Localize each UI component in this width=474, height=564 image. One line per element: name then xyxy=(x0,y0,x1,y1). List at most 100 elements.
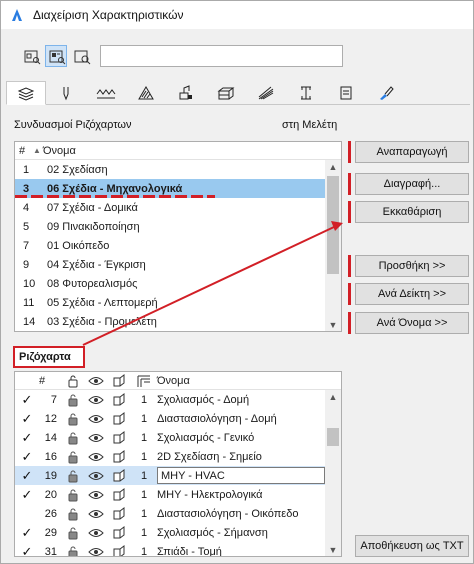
combo-row[interactable]: 5 09 Πινακιδοποίηση xyxy=(15,217,341,236)
lock-icon[interactable] xyxy=(61,431,85,445)
layer-row[interactable]: ✓ 29 1 Σχολιασμός - Σήμανση xyxy=(15,523,341,542)
combo-row[interactable]: 4 07 Σχέδια - Δομικά xyxy=(15,198,341,217)
tab-markers[interactable] xyxy=(326,81,366,105)
delete-button[interactable]: Διαγραφή... xyxy=(355,173,469,195)
layers-scrollbar[interactable]: ▲ ▼ xyxy=(325,390,341,556)
intersection-group[interactable]: 1 xyxy=(131,527,157,539)
lock-icon[interactable] xyxy=(61,507,85,521)
search-field[interactable] xyxy=(100,45,343,67)
eye-icon[interactable] xyxy=(85,489,107,501)
lock-icon[interactable] xyxy=(61,450,85,464)
preview-view-button[interactable] xyxy=(70,45,92,67)
layer-row-name[interactable]: 2D Σχεδίαση - Σημείο xyxy=(157,451,262,463)
layer-row-name[interactable]: Σχολιασμός - Δομή xyxy=(157,394,249,406)
eye-icon[interactable] xyxy=(85,546,107,557)
intersection-group[interactable]: 1 xyxy=(131,432,157,444)
tab-pens[interactable] xyxy=(46,81,86,105)
layers-list[interactable]: # Όνομα ✓ 7 1 Σχολιασμός - Δομή ✓ 12 1 Διαστασι… xyxy=(14,371,342,557)
layer-row[interactable]: ✓ 16 1 2D Σχεδίαση - Σημείο xyxy=(15,447,341,466)
layer-row[interactable]: ✓ 31 1 Σπιάδι - Τομή xyxy=(15,542,341,557)
wireframe-icon[interactable] xyxy=(107,544,131,556)
visibility-check-icon[interactable]: ✓ xyxy=(15,430,39,446)
reproduce-button[interactable]: Αναπαραγωγή xyxy=(355,141,469,163)
intersection-group[interactable]: 1 xyxy=(131,546,157,557)
combos-scrollbar[interactable]: ▲ ▼ xyxy=(325,160,341,331)
lock-icon[interactable] xyxy=(61,412,85,426)
intersection-group[interactable]: 1 xyxy=(131,451,157,463)
layers-header-name[interactable]: Όνομα xyxy=(157,375,190,387)
eye-icon[interactable] xyxy=(85,470,107,482)
tab-fills[interactable] xyxy=(126,81,166,105)
combos-header-name[interactable]: Όνομα xyxy=(43,145,76,157)
visibility-check-icon[interactable]: ✓ xyxy=(15,487,39,503)
visibility-check-icon[interactable]: ✓ xyxy=(15,449,39,465)
intersection-group[interactable]: 1 xyxy=(131,489,157,501)
layer-row-name[interactable]: ΜΗΥ - HVAC xyxy=(161,470,225,482)
visibility-check-icon[interactable]: ✓ xyxy=(15,544,39,557)
tab-profiles[interactable] xyxy=(246,81,286,105)
layer-row[interactable]: ✓ 7 1 Σχολιασμός - Δομή xyxy=(15,390,341,409)
combo-row[interactable]: 9 04 Σχέδια - Έγκριση xyxy=(15,255,341,274)
combo-row[interactable]: 14 03 Σχέδια - Προμελέτη xyxy=(15,312,341,331)
eye-icon[interactable] xyxy=(85,508,107,520)
list-view-button[interactable] xyxy=(20,45,42,67)
layer-row[interactable]: ✓ 12 1 Διαστασιολόγηση - Δομή xyxy=(15,409,341,428)
visibility-check-icon[interactable]: ✓ xyxy=(15,525,39,541)
lock-icon[interactable] xyxy=(61,545,85,556)
tab-zones[interactable] xyxy=(286,81,326,105)
save-txt-button[interactable]: Αποθήκευση ως TXT xyxy=(355,535,469,557)
layers-scroll-thumb[interactable] xyxy=(327,428,339,446)
wireframe-icon[interactable] xyxy=(107,449,131,464)
wireframe-icon[interactable] xyxy=(107,468,131,483)
layer-row-name[interactable]: Διαστασιολόγηση - Οικόπεδο xyxy=(157,508,298,520)
lock-icon[interactable] xyxy=(61,469,85,483)
wireframe-icon[interactable] xyxy=(107,411,131,426)
combo-row[interactable]: 11 05 Σχέδια - Λεπτομερή xyxy=(15,293,341,312)
intersection-group[interactable]: 1 xyxy=(131,394,157,406)
wireframe-icon[interactable] xyxy=(107,487,131,502)
combo-row[interactable]: 7 01 Οικόπεδο xyxy=(15,236,341,255)
scroll-up-icon[interactable]: ▲ xyxy=(325,390,341,404)
layer-row-name[interactable]: Σπιάδι - Τομή xyxy=(157,546,222,557)
scroll-down-icon[interactable]: ▼ xyxy=(325,543,341,556)
add-button[interactable]: Προσθήκη >> xyxy=(355,255,469,277)
wireframe-icon[interactable] xyxy=(107,392,131,407)
tab-surfaces[interactable] xyxy=(166,81,206,105)
layer-row-name[interactable]: Σχολιασμός - Γενικό xyxy=(157,432,254,444)
tab-paint[interactable] xyxy=(366,81,406,105)
intersection-group[interactable]: 1 xyxy=(131,470,157,482)
visibility-check-icon[interactable]: ✓ xyxy=(15,392,39,408)
visibility-check-icon[interactable]: ✓ xyxy=(15,468,39,484)
layer-row-name[interactable]: Διαστασιολόγηση - Δομή xyxy=(157,413,277,425)
layer-row-name[interactable]: ΜΗΥ - Ηλεκτρολογικά xyxy=(157,489,263,501)
combos-scroll-thumb[interactable] xyxy=(327,176,339,274)
by-index-button[interactable]: Ανά Δείκτη >> xyxy=(355,283,469,305)
layer-row[interactable]: ✓ 14 1 Σχολιασμός - Γενικό xyxy=(15,428,341,447)
tab-composites[interactable] xyxy=(206,81,246,105)
lock-icon[interactable] xyxy=(61,488,85,502)
combo-row[interactable]: 1 02 Σχεδίαση xyxy=(15,160,341,179)
scroll-up-icon[interactable]: ▲ xyxy=(325,160,341,174)
intersection-group[interactable]: 1 xyxy=(131,413,157,425)
lock-icon[interactable] xyxy=(61,526,85,540)
layer-row-name[interactable]: Σχολιασμός - Σήμανση xyxy=(157,527,268,539)
layer-row[interactable]: ✓ 20 1 ΜΗΥ - Ηλεκτρολογικά xyxy=(15,485,341,504)
wireframe-icon[interactable] xyxy=(107,506,131,521)
detail-view-button[interactable] xyxy=(45,45,67,67)
eye-icon[interactable] xyxy=(85,432,107,444)
layer-row[interactable]: 26 1 Διαστασιολόγηση - Οικόπεδο xyxy=(15,504,341,523)
lock-icon[interactable] xyxy=(61,393,85,407)
combo-row[interactable]: 10 08 Φυτορεαλισμός xyxy=(15,274,341,293)
eye-icon[interactable] xyxy=(85,527,107,539)
combos-list[interactable]: # ▲ Όνομα 1 02 Σχεδίαση 3 06 Σχέδια - Μηχαν… xyxy=(14,141,342,332)
layer-name-editor[interactable]: ΜΗΥ - HVAC xyxy=(157,467,325,484)
eye-icon[interactable] xyxy=(85,451,107,463)
layer-row[interactable]: ✓ 19 1 ΜΗΥ - HVAC xyxy=(15,466,341,485)
clear-button[interactable]: Εκκαθάριση xyxy=(355,201,469,223)
by-name-button[interactable]: Ανά Όνομα >> xyxy=(355,312,469,334)
combo-row[interactable]: 3 06 Σχέδια - Μηχανολογικά xyxy=(15,179,341,198)
wireframe-icon[interactable] xyxy=(107,430,131,445)
intersection-group[interactable]: 1 xyxy=(131,508,157,520)
tab-layers[interactable] xyxy=(6,81,46,105)
scroll-down-icon[interactable]: ▼ xyxy=(325,318,341,331)
